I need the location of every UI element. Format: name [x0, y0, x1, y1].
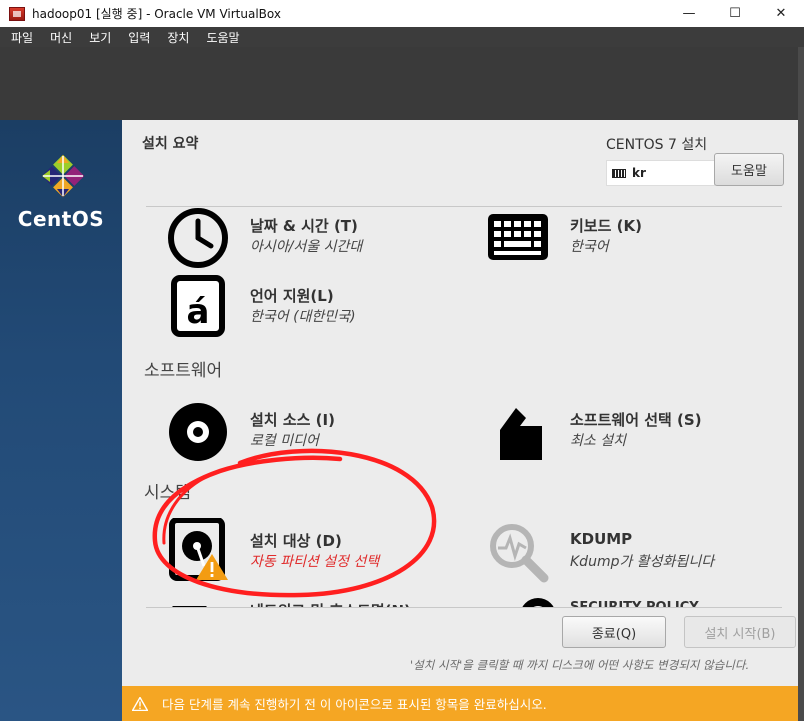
menu-view[interactable]: 보기: [86, 29, 114, 46]
magnifier-icon: [490, 524, 549, 583]
menu-devices[interactable]: 장치: [164, 29, 192, 46]
svg-text:á: á: [187, 292, 210, 332]
vm-display-edge: [798, 47, 804, 721]
menu-help[interactable]: 도움말: [203, 29, 242, 46]
keyboard-small-icon: [612, 168, 626, 178]
spoke-status-warning: 자동 파티션 설정 선택: [250, 554, 380, 570]
spoke-name: KDUMP: [570, 530, 633, 548]
spoke-datetime[interactable]: 날짜 & 시간 (T) 아시아/서울 시간대: [166, 206, 456, 276]
spoke-status: 한국어 (대한민국): [250, 309, 356, 325]
window-titlebar: hadoop01 [실행 중] - Oracle VM VirtualBox —…: [0, 0, 804, 27]
spoke-name: 언어 지원(L): [250, 287, 334, 305]
spoke-name: 날짜 & 시간 (T): [250, 217, 358, 235]
harddisk-icon: [169, 518, 228, 581]
centos-logo-icon: [41, 154, 85, 198]
section-software: 소프트웨어: [144, 361, 223, 381]
keyboard-icon: [488, 214, 548, 260]
spoke-status: Kdump가 활성화됩니다: [570, 554, 715, 570]
spoke-name: 소프트웨어 선택 (S): [570, 411, 702, 429]
spoke-installation-destination[interactable]: 설치 대상 (D) 자동 파티션 설정 선택: [166, 518, 456, 590]
close-button[interactable]: ✕: [758, 0, 804, 27]
clock-icon: [168, 208, 228, 268]
spoke-installation-source[interactable]: 설치 소스 (I) 로컬 미디어: [166, 400, 456, 470]
warning-message: 다음 단계를 계속 진행하기 전 이 아이콘으로 표시된 항목을 완료하십시오.: [162, 697, 547, 712]
divider: [146, 607, 782, 608]
begin-installation-button[interactable]: 설치 시작(B): [684, 616, 796, 648]
menu-file[interactable]: 파일: [8, 29, 36, 46]
spoke-keyboard[interactable]: 키보드 (K) 한국어: [486, 206, 786, 276]
centos-logo-text: CentOS: [17, 207, 105, 231]
warning-bar: 다음 단계를 계속 진행하기 전 이 아이콘으로 표시된 항목을 완료하십시오.: [122, 686, 798, 721]
installation-summary: 설치 요약 CENTOS 7 설치 kr 도움말 날짜 & 시간 (T) 아시아…: [122, 120, 798, 686]
package-icon: [500, 408, 542, 460]
spoke-kdump[interactable]: KDUMP Kdump가 활성화됩니다: [486, 520, 786, 590]
spoke-status: 한국어: [570, 239, 609, 255]
language-icon: á: [171, 275, 225, 337]
quit-button[interactable]: 종료(Q): [562, 616, 666, 648]
spoke-row-clipped: 네트워크 및 호스트명(N) SECURITY POLICY: [146, 590, 782, 608]
product-title: CENTOS 7 설치: [606, 137, 708, 153]
disc-icon: [169, 403, 227, 461]
window-controls: — ☐ ✕: [666, 0, 804, 27]
spoke-status: 로컬 미디어: [250, 433, 319, 449]
warning-icon: [132, 696, 148, 711]
spoke-software-selection[interactable]: 소프트웨어 선택 (S) 최소 설치: [486, 400, 786, 470]
spoke-name: 키보드 (K): [570, 217, 642, 235]
spoke-status: 최소 설치: [570, 433, 626, 449]
spoke-status: 아시아/서울 시간대: [250, 239, 363, 255]
footer-hint: '설치 시작'을 클릭할 때 까지 디스크에 어떤 사항도 변경되지 않습니다.: [410, 658, 750, 672]
section-system: 시스템: [144, 483, 191, 503]
maximize-button[interactable]: ☐: [712, 0, 758, 27]
spoke-name: 설치 소스 (I): [250, 411, 335, 429]
virtualbox-icon: [9, 6, 25, 21]
menu-input[interactable]: 입력: [125, 29, 153, 46]
minimize-button[interactable]: —: [666, 0, 712, 27]
spoke-name: 설치 대상 (D): [250, 532, 342, 550]
window-title: hadoop01 [실행 중] - Oracle VM VirtualBox: [32, 7, 281, 21]
help-button[interactable]: 도움말: [714, 153, 784, 186]
menu-bar: 파일 머신 보기 입력 장치 도움말: [0, 27, 804, 47]
page-title: 설치 요약: [142, 136, 199, 152]
spoke-language[interactable]: á 언어 지원(L) 한국어 (대한민국): [166, 274, 456, 344]
keyboard-layout-indicator[interactable]: kr: [606, 160, 715, 186]
centos-sidebar: CentOS: [0, 120, 122, 721]
vm-display-top: [0, 47, 804, 120]
keyboard-layout-label: kr: [632, 166, 646, 180]
menu-machine[interactable]: 머신: [47, 29, 75, 46]
